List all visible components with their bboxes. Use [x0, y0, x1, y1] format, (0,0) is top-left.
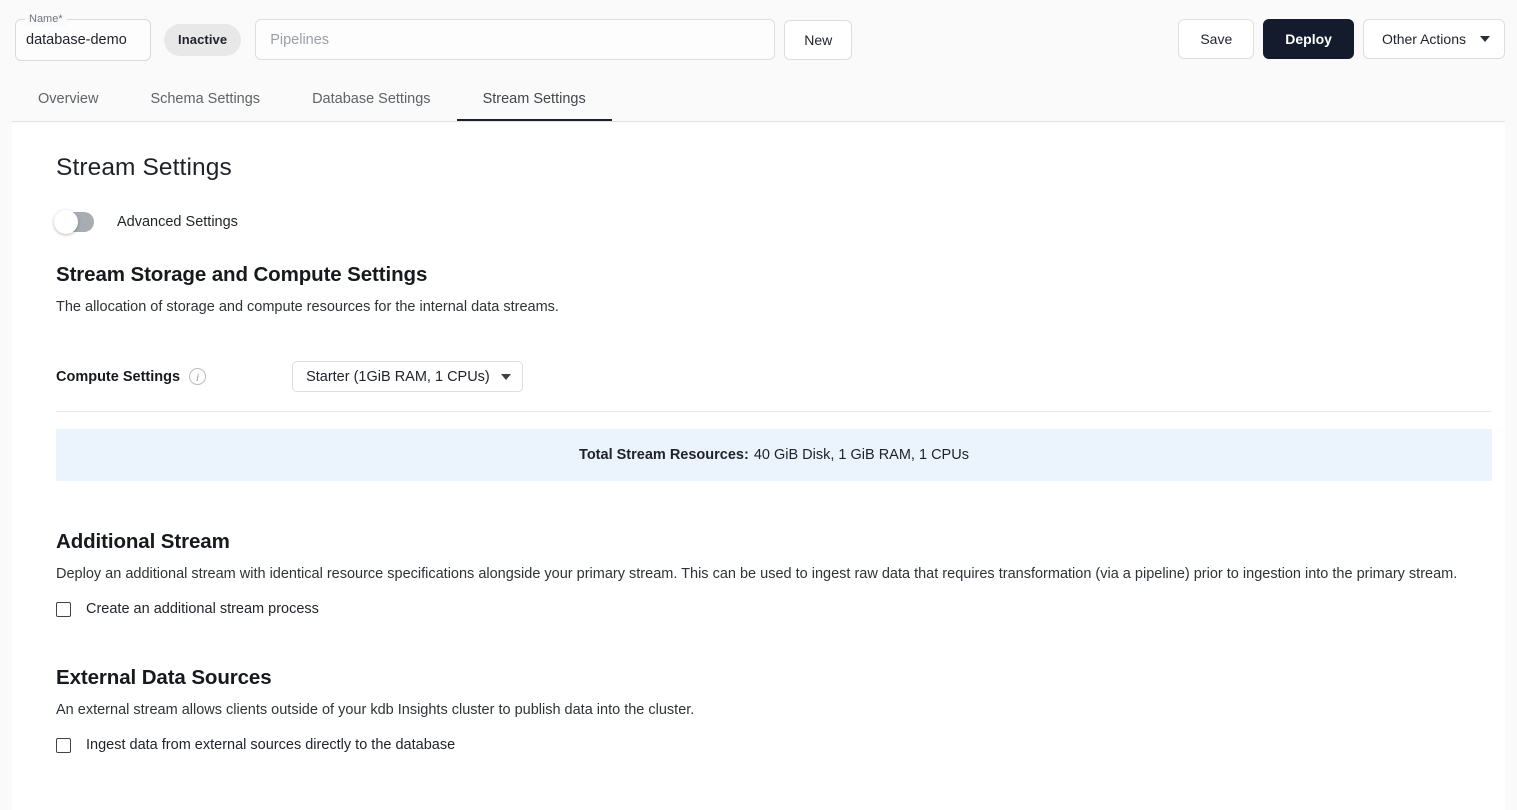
name-field-label: Name	[29, 12, 59, 25]
new-button[interactable]: New	[784, 19, 853, 60]
additional-stream-description: Deploy an additional stream with identic…	[56, 566, 1458, 582]
additional-stream-title: Additional Stream	[56, 530, 230, 553]
tab-stream-settings[interactable]: Stream Settings	[456, 79, 612, 122]
compute-settings-label: Compute Settings	[56, 368, 181, 385]
tab-bar-divider	[12, 121, 1505, 122]
advanced-settings-toggle[interactable]	[54, 210, 94, 234]
storage-section-title: Stream Storage and Compute Settings	[56, 263, 428, 286]
compute-settings-select[interactable]: Starter (1GiB RAM, 1 CPUs)	[292, 361, 523, 392]
advanced-settings-row: Advanced Settings	[54, 210, 1505, 234]
ingest-external-sources-checkbox[interactable]	[56, 737, 71, 753]
compute-settings-row: Compute Settings i Starter (1GiB RAM, 1 …	[56, 361, 1505, 392]
info-icon[interactable]: i	[189, 368, 207, 385]
compute-settings-value: Starter (1GiB RAM, 1 CPUs)	[306, 368, 490, 385]
create-additional-stream-checkbox[interactable]	[56, 601, 71, 617]
storage-section-description: The allocation of storage and compute re…	[56, 299, 559, 315]
tab-overview[interactable]: Overview	[12, 79, 124, 122]
section-divider	[56, 411, 1492, 412]
status-badge: Inactive	[164, 23, 242, 56]
external-data-sources-description: An external stream allows clients outsid…	[56, 702, 695, 718]
top-toolbar-actions: Save Deploy Other Actions	[1178, 19, 1505, 59]
pipelines-input[interactable]	[268, 30, 763, 49]
name-field-wrapper: Name*	[15, 12, 151, 61]
name-required-marker: *	[58, 12, 63, 25]
total-stream-resources-banner: Total Stream Resources: 40 GiB Disk, 1 G…	[56, 429, 1492, 481]
other-actions-label: Other Actions	[1381, 31, 1466, 47]
name-input[interactable]	[26, 31, 140, 48]
external-data-sources-checkbox-row: Ingest data from external sources direct…	[56, 737, 1505, 753]
ingest-external-sources-label: Ingest data from external sources direct…	[86, 737, 456, 753]
content-panel: Stream Settings Advanced Settings Stream…	[12, 123, 1505, 810]
external-data-sources-section: External Data Sources An external stream…	[56, 666, 1505, 753]
tab-bar: Overview Schema Settings Database Settin…	[0, 79, 1517, 122]
tab-schema-settings[interactable]: Schema Settings	[124, 79, 286, 122]
tab-database-settings[interactable]: Database Settings	[286, 79, 457, 122]
external-data-sources-title: External Data Sources	[56, 666, 272, 689]
additional-stream-section: Additional Stream Deploy an additional s…	[56, 530, 1505, 617]
additional-stream-checkbox-row: Create an additional stream process	[56, 601, 1505, 617]
total-stream-resources-label: Total Stream Resources:	[579, 447, 749, 463]
other-actions-button[interactable]: Other Actions	[1362, 19, 1505, 59]
deploy-button[interactable]: Deploy	[1263, 19, 1354, 59]
save-button[interactable]: Save	[1178, 19, 1255, 59]
create-additional-stream-label: Create an additional stream process	[86, 601, 319, 617]
name-field-legend: Name*	[25, 12, 67, 26]
chevron-down-icon	[500, 373, 511, 380]
toggle-knob	[54, 210, 78, 234]
pipelines-field-wrapper	[255, 19, 776, 60]
top-toolbar: Name* Inactive New Save Deploy Other Act…	[0, 0, 1517, 79]
advanced-settings-label: Advanced Settings	[117, 214, 238, 230]
total-stream-resources-value: 40 GiB Disk, 1 GiB RAM, 1 CPUs	[753, 447, 969, 463]
page-title: Stream Settings	[56, 154, 232, 181]
chevron-down-icon	[1480, 36, 1490, 42]
